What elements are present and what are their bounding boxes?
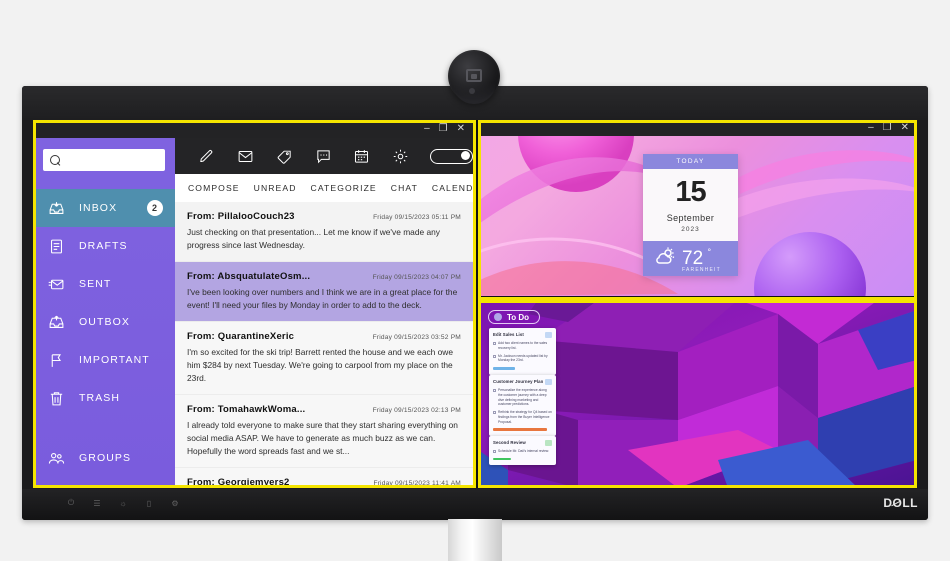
- menu-icon[interactable]: ☰: [92, 498, 102, 508]
- highlight-frame-todo-window: [478, 300, 917, 488]
- power-icon[interactable]: ⏻: [66, 498, 76, 508]
- webcam-indicator-dot: [469, 88, 475, 94]
- webcam-lens-icon: [466, 69, 482, 82]
- dell-logo: DOLL: [883, 496, 918, 510]
- osd-button-group: ⏻ ☰ ☼ ▯ ⚙: [66, 498, 180, 508]
- highlight-frame-mail-window: [33, 120, 476, 488]
- brightness-icon[interactable]: ☼: [118, 498, 128, 508]
- monitor-stand-neck: [448, 519, 502, 561]
- highlight-frame-calendar-window: [478, 120, 917, 300]
- monitor-scene: – ❐ ✕ INBOX 2 DRAFTS SENT OUTBOX IMPORTA…: [0, 0, 950, 561]
- settings-icon[interactable]: ⚙: [170, 498, 180, 508]
- input-icon[interactable]: ▯: [144, 498, 154, 508]
